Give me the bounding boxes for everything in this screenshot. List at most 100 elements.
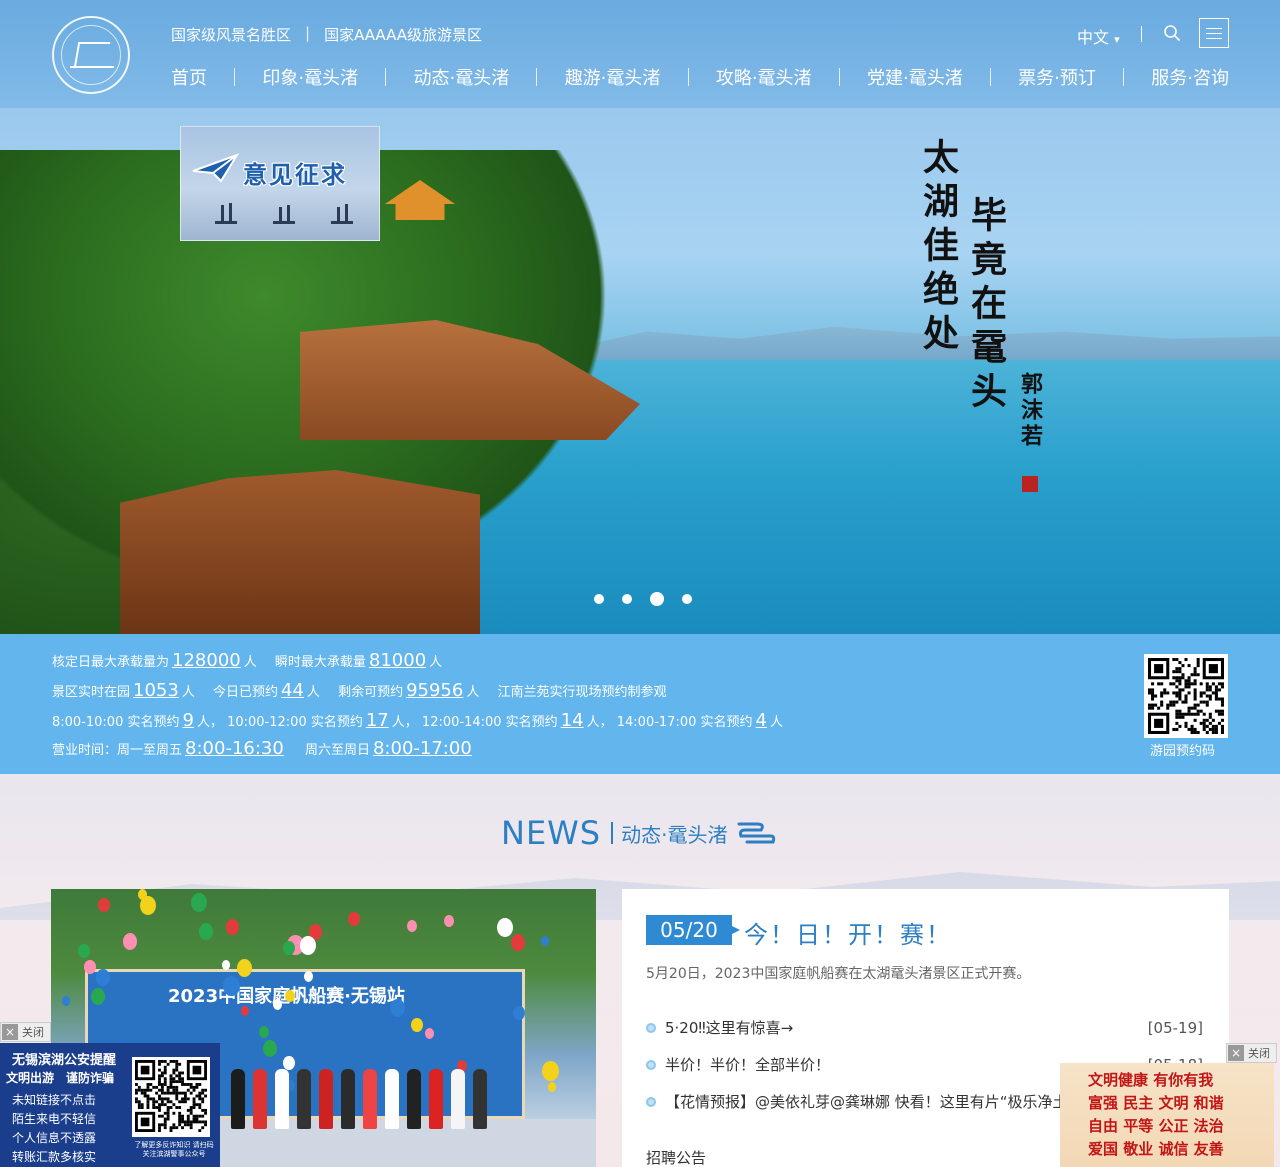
balloon	[191, 893, 207, 913]
timeslot-value: 9	[182, 710, 194, 731]
weekday-label: 周一至周五	[117, 743, 183, 758]
balloon	[98, 898, 110, 913]
tagline-separator: |	[305, 24, 311, 42]
balloon	[542, 1061, 559, 1082]
hero-rock	[120, 470, 480, 634]
core-values-text: 文明健康 有你有我 富强 民主 文明 和谐 自由 平等 公正 法治 爱国 敬业 …	[1088, 1069, 1224, 1161]
reserved-today-label: 今日已预约	[212, 685, 278, 700]
news-item-date: [05-19]	[1147, 1018, 1203, 1037]
balloon	[222, 960, 230, 970]
unit: 人	[429, 655, 443, 670]
weekday-hours: 8:00-16:30	[185, 738, 284, 759]
nav-divider	[385, 68, 387, 86]
news-section-title: NEWS 动态·鼋头渚	[501, 814, 777, 852]
site-header: 国家级风景名胜区 | 国家AAAAA级旅游景区 首页 印象·鼋头渚 动态·鼋头渚…	[0, 0, 1280, 108]
ad-small-print: 了解更多反诈知识 请扫码关注滨湖警事公众号	[134, 1141, 214, 1158]
remaining-label: 剩余可预约	[338, 685, 404, 700]
calligraphy-line2: 毕竟在鼋头	[965, 196, 1007, 416]
ad-poem: 未知链接不点击 陌生来电不轻信 个人信息不透露 转账汇款多核实	[12, 1091, 96, 1167]
remaining-value: 95956	[406, 680, 464, 701]
balloon	[62, 996, 70, 1006]
nav-item-guide[interactable]: 攻略·鼋头渚	[716, 64, 812, 90]
right-ad-close-button[interactable]: × 关闭	[1226, 1043, 1277, 1063]
list-item[interactable]: 5·20‼这里有惊喜→ [05-19]	[646, 1009, 1203, 1046]
values-line: 文明健康 有你有我	[1088, 1071, 1214, 1089]
feedback-promo-banner[interactable]: 意见征求	[180, 126, 380, 241]
poem-line: 陌生来电不轻信	[12, 1112, 97, 1126]
news-item-title: 5·20‼这里有惊喜→	[665, 1019, 794, 1037]
capacity-row-max: 核定日最大承载量为 128000 人 瞬时最大承载量 81000 人	[52, 650, 442, 671]
news-title-cn: 动态·鼋头渚	[621, 822, 728, 847]
menu-button[interactable]	[1199, 18, 1229, 48]
person	[473, 1069, 487, 1129]
tagline-scenic-area: 国家级风景名胜区	[171, 26, 292, 44]
nav-item-party[interactable]: 党建·鼋头渚	[867, 64, 963, 90]
police-reminder-ad[interactable]: 无锡滨湖公安提醒 文明出游 谨防诈骗 未知链接不点击 陌生来电不轻信 个人信息不…	[0, 1043, 220, 1167]
nav-item-tickets[interactable]: 票务·预订	[1018, 64, 1096, 90]
balloon	[497, 918, 513, 938]
timeslot-value: 14	[560, 710, 584, 731]
bullet-icon	[646, 1059, 656, 1070]
slider-dot[interactable]	[622, 594, 632, 604]
featured-headline[interactable]: 今！日！开！赛！	[744, 915, 952, 950]
chevron-down-icon: ▾	[1114, 33, 1120, 46]
calligraphy-signature: 郭沫若	[1017, 372, 1043, 450]
slider-dot[interactable]	[650, 592, 664, 606]
nav-item-service[interactable]: 服务·咨询	[1151, 64, 1229, 90]
unit: 人	[181, 685, 195, 700]
balloon	[237, 959, 252, 977]
menu-icon-line	[1206, 27, 1222, 29]
left-ad-close-button[interactable]: × 关闭	[0, 1022, 51, 1042]
header-separator	[1141, 26, 1142, 42]
person	[363, 1069, 377, 1129]
recruitment-link[interactable]: 招聘公告	[646, 1147, 706, 1167]
max-daily-label: 核定日最大承载量为	[52, 655, 170, 670]
nav-item-impression[interactable]: 印象·鼋头渚	[262, 64, 358, 90]
capacity-info-bar: 核定日最大承载量为 128000 人 瞬时最大承载量 81000 人 景区实时在园 105…	[0, 634, 1280, 774]
nav-item-news[interactable]: 动态·鼋头渚	[414, 64, 510, 90]
paper-plane-icon	[192, 153, 239, 183]
title-separator	[611, 822, 614, 844]
weekend-label: 周六至周日	[304, 743, 370, 758]
balloon	[78, 944, 90, 959]
nav-divider	[1123, 68, 1125, 86]
search-icon[interactable]	[1163, 24, 1181, 42]
balloon	[548, 1082, 556, 1092]
reservation-qr-code[interactable]	[1144, 654, 1228, 738]
nav-divider	[234, 68, 236, 86]
nav-item-home[interactable]: 首页	[171, 64, 207, 90]
close-icon: ×	[1228, 1045, 1244, 1061]
balloon	[138, 889, 147, 900]
person	[253, 1069, 267, 1129]
max-instant-label: 瞬时最大承载量	[274, 655, 366, 670]
ad-title: 无锡滨湖公安提醒	[12, 1053, 117, 1068]
unit: 人	[243, 655, 257, 670]
ad-subtitle: 文明出游 谨防诈骗	[6, 1071, 115, 1085]
nav-item-fun-tour[interactable]: 趣游·鼋头渚	[565, 64, 661, 90]
balloon	[300, 936, 316, 956]
values-line: 自由 平等 公正 法治	[1088, 1117, 1224, 1135]
slider-dot[interactable]	[594, 594, 604, 604]
qr-code-label: 游园预约码	[1150, 744, 1216, 759]
core-values-ad[interactable]: 文明健康 有你有我 富强 民主 文明 和谐 自由 平等 公正 法治 爱国 敬业 …	[1060, 1063, 1274, 1167]
balloon	[123, 933, 137, 950]
balloon	[199, 923, 213, 940]
opening-hours-row: 营业时间：周一至周五 8:00-16:30 周六至周日 8:00-17:00	[52, 738, 475, 759]
balloon	[226, 919, 239, 935]
sailboats-icon	[215, 203, 353, 224]
nav-divider	[989, 68, 991, 86]
max-instant-value: 81000	[368, 650, 427, 671]
language-selector[interactable]: 中文 ▾	[1077, 24, 1120, 48]
balloon	[91, 988, 105, 1005]
site-logo[interactable]	[52, 16, 130, 94]
qr-code-icon	[135, 1060, 207, 1132]
capacity-row-realtime: 景区实时在园 1053 人 今日已预约 44 人 剩余可预约 95956 人 江南兰苑实行现…	[52, 680, 667, 701]
reserved-today-value: 44	[281, 680, 304, 701]
poem-line: 个人信息不透露	[12, 1131, 97, 1145]
unit: 人	[466, 685, 480, 700]
close-icon: ×	[2, 1024, 18, 1040]
timeslot-value: 17	[365, 710, 389, 731]
police-qr-code[interactable]	[132, 1057, 210, 1137]
slider-dot[interactable]	[682, 594, 692, 604]
promo-title: 意见征求	[243, 161, 347, 189]
